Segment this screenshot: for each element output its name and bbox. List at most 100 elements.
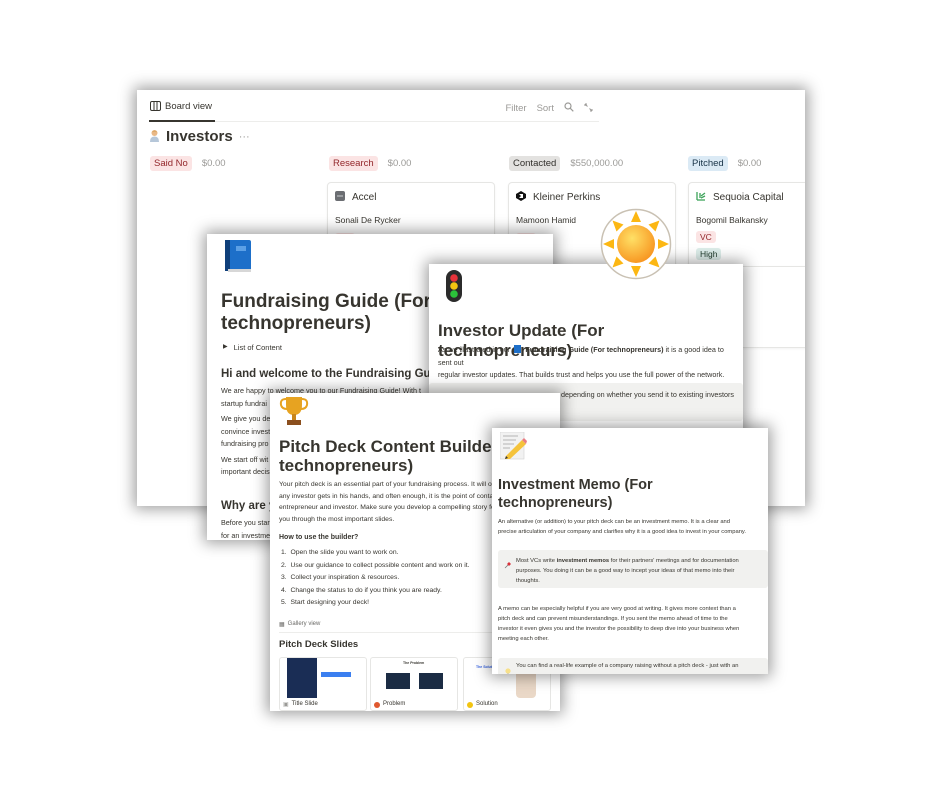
gallery-card-footer: Solution — [467, 701, 498, 708]
gallery-card-label: Solution — [476, 701, 498, 707]
toggle-label: List of Content — [233, 343, 282, 352]
card-person: Mamoon Hamid — [516, 215, 576, 225]
gallery-title: Pitch Deck Slides — [279, 639, 359, 650]
text-line: you through the most important slides. — [279, 515, 395, 523]
accel-logo-icon — [335, 191, 345, 204]
page-title: Investment Memo (For technopreneurs) — [498, 476, 653, 512]
memo-pencil-icon — [499, 431, 527, 465]
lightbulb-icon — [505, 663, 511, 674]
step-text: Open the slide you want to work on. — [290, 549, 399, 556]
text-line: An alternative (or addition) to your pit… — [498, 519, 730, 525]
card-person: Sonali De Rycker — [335, 215, 401, 225]
database-title-text: Investors — [166, 128, 233, 145]
slide-thumbnail-image — [386, 673, 410, 689]
sequoia-logo-icon — [696, 191, 706, 204]
status-pill: Said No — [150, 156, 192, 171]
more-dots-icon[interactable]: ··· — [239, 131, 250, 143]
status-pill: Contacted — [509, 156, 561, 171]
callout-vc-memos: Most VCs write investment memos for thei… — [498, 550, 768, 588]
investment-memo-window: Investment Memo (For technopreneurs) An … — [492, 428, 768, 674]
memo-paragraph: A memo can be especially helpful if you … — [498, 604, 739, 644]
step-item: 1. Open the slide you want to work on. — [281, 549, 399, 556]
board-columns-icon — [150, 101, 161, 120]
gallery-tab-label: Gallery view — [287, 621, 321, 627]
slide-thumbnail-image — [287, 658, 317, 698]
column-amount: $550,000.00 — [570, 158, 624, 169]
how-heading: How to use the builder? — [279, 534, 359, 541]
tag-high: High — [696, 248, 722, 260]
text-line: As we illustrated in our Fundraising Gui… — [438, 344, 738, 369]
step-item: 2. Use our guidance to collect possible … — [281, 561, 470, 569]
step-item: 5. Start designing your deck! — [281, 599, 370, 606]
text-line: any investor gets in his hands, and ofte… — [279, 492, 505, 500]
column-research: Research $0.00 — [329, 156, 411, 171]
trophy-icon — [279, 395, 309, 432]
step-text: Use our guidance to collect possible con… — [290, 561, 470, 569]
step-text: Collect your inspiration & resources. — [290, 574, 400, 581]
card-name: Kleiner Perkins — [533, 192, 601, 203]
slide-thumbnail-label — [321, 672, 351, 677]
database-title: Investors ··· — [149, 128, 250, 145]
status-pill: Research — [329, 156, 378, 171]
gallery-card-footer: ▣ Title Slide — [283, 701, 318, 708]
slide-thumbnail-image — [419, 673, 443, 689]
text-line: investor it even gives you and the inves… — [498, 626, 740, 632]
pushpin-icon — [504, 556, 512, 574]
expand-icon[interactable] — [584, 103, 593, 115]
text-line: meeting each other. — [498, 636, 549, 642]
filter-button[interactable]: Filter — [505, 103, 526, 114]
step-item: 4. Change the status to do if you think … — [281, 586, 442, 594]
bold-text: investment memos — [556, 558, 610, 564]
why-heading: Why are y — [221, 500, 276, 512]
view-tabbar: Board view Filter Sort — [149, 98, 599, 122]
callout-text: depending on whether you send it to exis… — [561, 390, 735, 399]
fundraising-guide-link[interactable]: Fundraising Guide (For technopreneurs) — [525, 345, 663, 354]
slide-thumbnail-title: The Problem — [403, 661, 425, 665]
tab-board-view-label: Board view — [165, 101, 212, 112]
page-title-line2: technopreneurs) — [221, 313, 371, 334]
intro-prefix: As we illustrated in our — [438, 345, 513, 354]
page-title-line1: Investment Memo (For — [498, 477, 653, 493]
page-title: Fundraising Guide (For technopreneurs) — [221, 291, 431, 335]
text-line: Your pitch deck is an essential part of … — [279, 481, 504, 488]
blue-book-icon — [514, 345, 522, 353]
sort-button[interactable]: Sort — [537, 103, 554, 114]
column-amount: $0.00 — [201, 158, 226, 169]
kleiner-perkins-logo-icon — [516, 191, 526, 204]
gallery-card-problem[interactable]: The Problem Problem — [370, 657, 458, 711]
callout-real-life-example: You can find a real-life example of a co… — [498, 658, 768, 674]
gallery-card-footer: Problem — [374, 701, 405, 708]
text-line: A memo can be especially helpful if you … — [498, 606, 736, 612]
gallery-card-title-slide[interactable]: ▣ Title Slide — [279, 657, 367, 711]
intro-paragraph: Your pitch deck is an essential part of … — [279, 479, 506, 525]
why-paragraph: Before you star for an investme — [221, 517, 270, 540]
page-title-line2: technopreneurs) — [498, 495, 613, 511]
gallery-card-label: Title Slide — [291, 701, 318, 707]
tab-board-view[interactable]: Board view — [149, 98, 215, 122]
column-amount: $0.00 — [737, 158, 762, 169]
traffic-light-icon — [445, 269, 463, 308]
status-pill: Pitched — [688, 156, 728, 171]
problem-emoji-icon — [374, 702, 380, 708]
intro-paragraph: As we illustrated in our Fundraising Gui… — [438, 344, 738, 382]
step-text: Start designing your deck! — [290, 599, 370, 606]
gallery-card-label: Problem — [383, 701, 406, 707]
frame-icon: ▣ — [283, 702, 289, 708]
text-span: Most VCs write — [516, 558, 557, 564]
intro-paragraph: An alternative (or addition) to your pit… — [498, 517, 746, 537]
toggle-list-of-content[interactable]: ▶ List of Content — [223, 343, 282, 352]
column-amount: $0.00 — [387, 158, 412, 169]
search-icon[interactable] — [564, 102, 574, 115]
card-name: Accel — [352, 192, 377, 203]
text-line: precise articulation of your company and… — [498, 529, 746, 535]
step-item: 3. Collect your inspiration & resources. — [281, 574, 400, 581]
callout-text: You can find a real-life example of a co… — [516, 663, 739, 669]
gallery-grid-icon: ▦ — [279, 622, 285, 628]
step-text: Change the status to do if you think you… — [290, 586, 442, 594]
card-person: Bogomil Balkansky — [696, 215, 768, 225]
investor-card-sequoia[interactable]: Sequoia Capital Bogomil Balkansky VC Hig… — [688, 182, 805, 267]
tag-vc: VC — [696, 231, 716, 243]
text-line: entrepreneur and investor. Make sure you… — [279, 504, 507, 511]
solution-emoji-icon — [467, 702, 473, 708]
text-line: pitch deck and can prevent misunderstand… — [498, 616, 728, 622]
